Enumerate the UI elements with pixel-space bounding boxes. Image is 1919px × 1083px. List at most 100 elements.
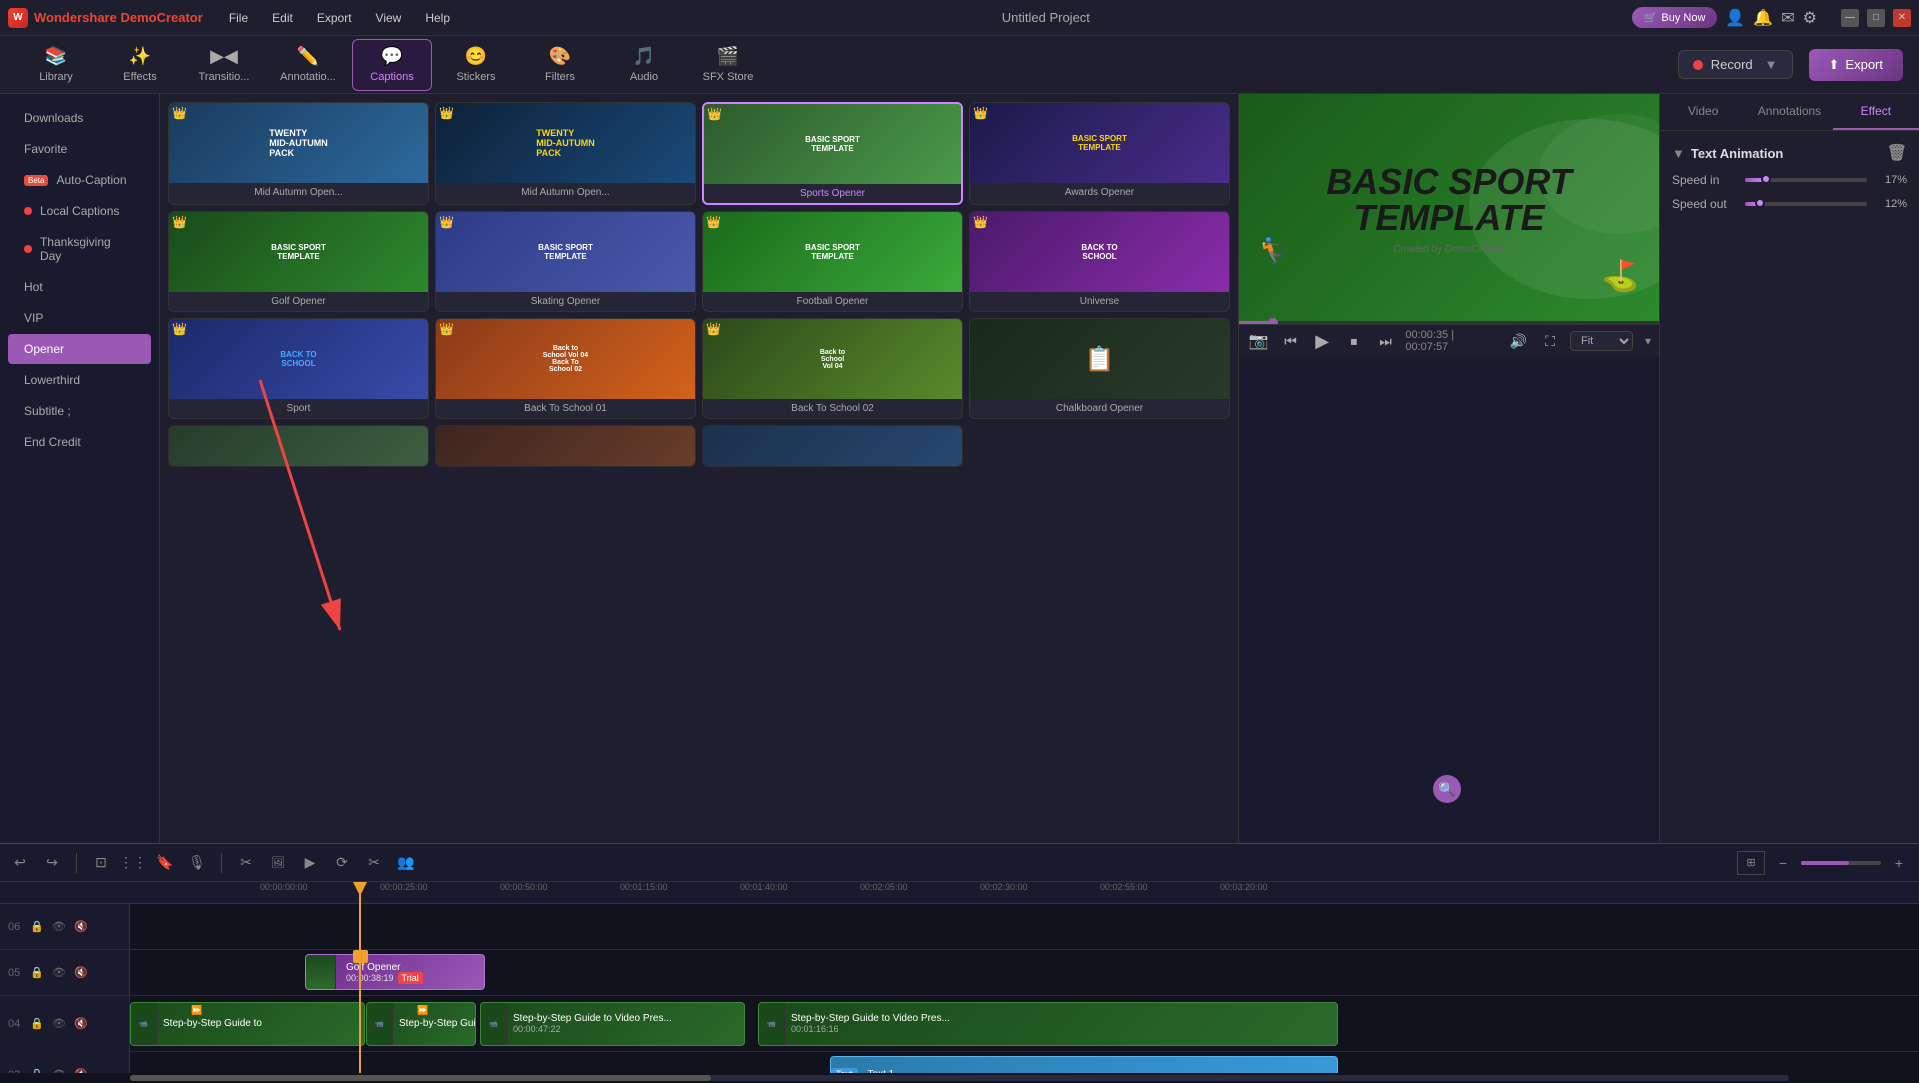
clip-text-1[interactable]: Text Text 1: [830, 1056, 1338, 1073]
timeline-body[interactable]: 00:00:00:00 00:00:25:00 00:00:50:00 00:0…: [0, 882, 1919, 1073]
toolbar-captions[interactable]: 💬 Captions: [352, 39, 432, 91]
menu-view[interactable]: View: [366, 7, 412, 29]
track-03-lock[interactable]: 🔒: [28, 1066, 46, 1074]
track-05-eye[interactable]: 👁: [50, 964, 68, 982]
track-04-content[interactable]: 📹 Step-by-Step Guide to ⏩ 📹 Step-by-Step…: [130, 996, 1919, 1052]
grid-item-back-school-2[interactable]: 👑 Back toSchoolVol 04 Back To School 02: [702, 318, 963, 419]
speed-in-slider[interactable]: [1745, 178, 1867, 182]
user-icon[interactable]: 👤: [1725, 8, 1745, 28]
play-button[interactable]: ▶: [1310, 329, 1334, 353]
grid-item-chalkboard[interactable]: 📋 Chalkboard Opener: [969, 318, 1230, 419]
buy-now-button[interactable]: 🛒 Buy Now: [1632, 7, 1718, 28]
speed-out-slider[interactable]: [1745, 202, 1867, 206]
menu-edit[interactable]: Edit: [262, 7, 303, 29]
play-tl-button[interactable]: ▶: [298, 851, 322, 875]
grid-item-golf[interactable]: 👑 BASIC SPORTTEMPLATE Golf Opener: [168, 211, 429, 312]
frame-button[interactable]: 🖼: [266, 851, 290, 875]
sidebar-item-favorite[interactable]: Favorite: [8, 134, 151, 164]
fullscreen-button[interactable]: ⛶: [1538, 329, 1562, 353]
export-button[interactable]: ⬆ Export: [1809, 49, 1903, 81]
track-04-lock[interactable]: 🔒: [28, 1015, 46, 1033]
cut-button[interactable]: ✂: [234, 851, 258, 875]
preview-timebar[interactable]: [1239, 321, 1659, 324]
record-tl-button[interactable]: 🎙: [185, 851, 209, 875]
marker-button[interactable]: 🔖: [153, 851, 177, 875]
sidebar-item-auto-caption[interactable]: Beta Auto-Caption: [8, 165, 151, 195]
track-04-eye[interactable]: 👁: [50, 1015, 68, 1033]
menu-file[interactable]: File: [219, 7, 258, 29]
sidebar-item-vip[interactable]: VIP: [8, 303, 151, 333]
grid-item-sports[interactable]: 👑 BASIC SPORTTEMPLATE Sports Opener: [702, 102, 963, 205]
clip-video-3[interactable]: 📹 Step-by-Step Guide to Video Pres... 00…: [480, 1002, 745, 1046]
menu-export[interactable]: Export: [307, 7, 362, 29]
grid-item-extra-3[interactable]: [702, 425, 963, 467]
snap-button[interactable]: ⊡: [89, 851, 113, 875]
sidebar-item-hot[interactable]: Hot: [8, 272, 151, 302]
sidebar-item-lowerthird[interactable]: Lowerthird: [8, 365, 151, 395]
redo-button[interactable]: ↪: [40, 851, 64, 875]
sidebar-item-opener[interactable]: Opener: [8, 334, 151, 364]
clip-video-2[interactable]: 📹 Step-by-Step Guid ⏩: [366, 1002, 476, 1046]
toolbar-transitions[interactable]: ▶◀ Transitio...: [184, 39, 264, 91]
track-06-lock[interactable]: 🔒: [28, 918, 46, 936]
grid-item-mid-autumn-2[interactable]: 👑 TWENTYMID-AUTUMNPACK Mid Autumn Open..…: [435, 102, 696, 205]
toolbar-audio[interactable]: 🎵 Audio: [604, 39, 684, 91]
sidebar-item-thanksgiving[interactable]: Thanksgiving Day: [8, 227, 151, 271]
track-05-lock[interactable]: 🔒: [28, 964, 46, 982]
track-05-content[interactable]: Golf Opener 00:00:38:19Trial ⋮: [130, 950, 1919, 995]
menu-help[interactable]: Help: [415, 7, 460, 29]
tab-effect[interactable]: Effect: [1833, 94, 1919, 130]
screenshot-button[interactable]: 📷: [1247, 329, 1271, 353]
clip-golf-opener[interactable]: Golf Opener 00:00:38:19Trial: [305, 954, 485, 990]
toolbar-stickers[interactable]: 😊 Stickers: [436, 39, 516, 91]
loop-button[interactable]: ⟳: [330, 851, 354, 875]
record-button[interactable]: Record ▼: [1678, 50, 1793, 79]
sidebar-item-local-captions[interactable]: Local Captions: [8, 196, 151, 226]
toolbar-library[interactable]: 📚 Library: [16, 39, 96, 91]
grid-item-awards[interactable]: 👑 BASIC SPORTTEMPLATE Awards Opener: [969, 102, 1230, 205]
sidebar-item-end-credit[interactable]: End Credit: [8, 427, 151, 457]
minimize-button[interactable]: —: [1841, 9, 1859, 27]
zoom-slider[interactable]: [1801, 861, 1881, 865]
grid-item-extra-2[interactable]: [435, 425, 696, 467]
clip-video-1[interactable]: 📹 Step-by-Step Guide to ⏩: [130, 1002, 365, 1046]
mail-icon[interactable]: ✉: [1781, 8, 1794, 28]
tab-annotations[interactable]: Annotations: [1746, 94, 1832, 130]
settings-icon[interactable]: ⚙: [1803, 8, 1817, 28]
grid-item-extra-1[interactable]: [168, 425, 429, 467]
trim-button[interactable]: ✂: [362, 851, 386, 875]
record-dropdown-arrow[interactable]: ▼: [1765, 57, 1778, 72]
toolbar-effects[interactable]: ✨ Effects: [100, 39, 180, 91]
close-button[interactable]: ✕: [1893, 9, 1911, 27]
group-button[interactable]: 👥: [394, 851, 418, 875]
grid-item-back-school-1[interactable]: 👑 Back toSchool Vol 04Back ToSchool 02 B…: [435, 318, 696, 419]
sidebar-item-subtitle[interactable]: Subtitle ;: [8, 396, 151, 426]
zoom-out-button[interactable]: −: [1771, 851, 1795, 875]
rewind-button[interactable]: ⏮: [1279, 329, 1303, 353]
maximize-button[interactable]: □: [1867, 9, 1885, 27]
timeline-scrollbar[interactable]: [0, 1073, 1919, 1083]
track-05-mute[interactable]: 🔇: [72, 964, 90, 982]
toolbar-annotations[interactable]: ✏️ Annotatio...: [268, 39, 348, 91]
grid-item-universe[interactable]: 👑 BACK TOSCHOOL Universe: [969, 211, 1230, 312]
track-03-mute[interactable]: 🔇: [72, 1066, 90, 1074]
grid-item-mid-autumn-1[interactable]: 👑 TWENTYMID-AUTUMNPACK Mid Autumn Open..…: [168, 102, 429, 205]
zoom-in-button[interactable]: +: [1887, 851, 1911, 875]
split-button[interactable]: ⋮⋮: [121, 851, 145, 875]
fit-select[interactable]: Fit 100% 75% 50%: [1570, 331, 1633, 351]
scrollbar-track[interactable]: [130, 1075, 1789, 1081]
fit-dropdown-arrow[interactable]: ▾: [1645, 334, 1651, 348]
undo-button[interactable]: ↩: [8, 851, 32, 875]
stop-button[interactable]: ⏹: [1342, 329, 1366, 353]
track-03-content[interactable]: Text Text 1: [130, 1052, 1919, 1073]
notification-icon[interactable]: 🔔: [1753, 8, 1773, 28]
track-04-mute[interactable]: 🔇: [72, 1015, 90, 1033]
track-06-content[interactable]: [130, 904, 1919, 949]
clip-video-4[interactable]: 📹 Step-by-Step Guide to Video Pres... 00…: [758, 1002, 1338, 1046]
toolbar-sfx[interactable]: 🎬 SFX Store: [688, 39, 768, 91]
grid-item-football[interactable]: 👑 BASIC SPORTTEMPLATE Football Opener: [702, 211, 963, 312]
track-03-eye[interactable]: 👁: [50, 1066, 68, 1074]
grid-item-skating[interactable]: 👑 BASIC SPORTTEMPLATE Skating Opener: [435, 211, 696, 312]
track-06-eye[interactable]: 👁: [50, 918, 68, 936]
toolbar-filters[interactable]: 🎨 Filters: [520, 39, 600, 91]
